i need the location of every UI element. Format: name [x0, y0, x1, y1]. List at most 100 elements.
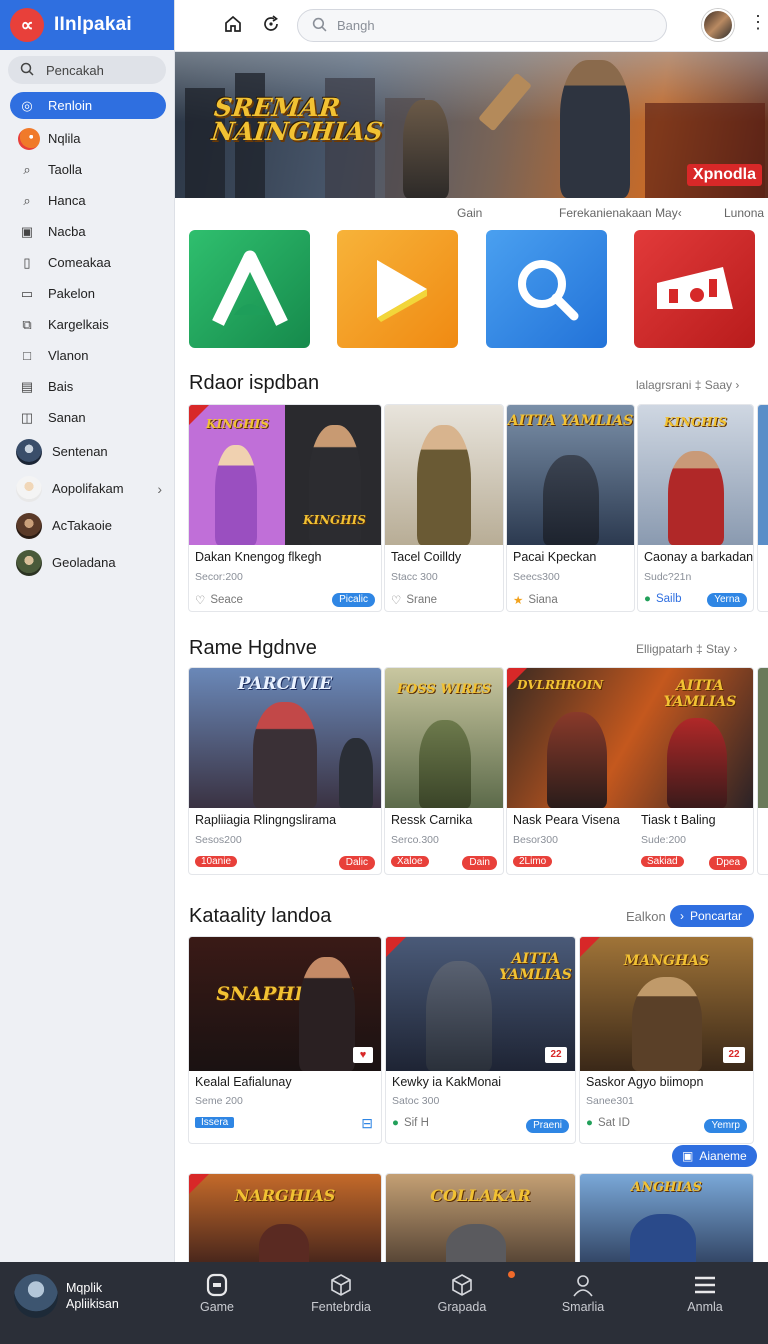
bottom-nav-grapada[interactable]: Grapada	[412, 1272, 512, 1314]
game-card[interactable]: DVLRHROIN AITTA YAMLIAS Nask Peara Visen…	[506, 667, 754, 875]
section-see-all-link[interactable]: Elligpatarh ‡ Stay ›	[636, 642, 737, 656]
game-card[interactable]: COLLAKAR	[385, 1173, 576, 1262]
card-title: Nask Peara Visena	[513, 813, 620, 827]
section-see-all-link[interactable]: lalagrsrani ‡ Saay ›	[636, 378, 739, 392]
game-card[interactable]: PARCIVIE Rapliiagia Rlingngslirama Sesos…	[188, 667, 382, 875]
card-title: Dakan Knengog flkegh	[195, 550, 322, 564]
more-button[interactable]: ▣ Aianeme	[672, 1145, 757, 1167]
user-avatar[interactable]	[702, 9, 734, 41]
game-card[interactable]: MANGHAS 22 Saskor Agyo biimopn Sanee301 …	[579, 936, 754, 1144]
sidebar-item-sentenan[interactable]: Sentenan	[0, 433, 174, 470]
sidebar-item-geoladana[interactable]: Geoladana	[0, 544, 174, 581]
ribbon-badge	[189, 1174, 209, 1194]
section-action-button[interactable]: › Poncartar	[670, 905, 755, 927]
game-card[interactable]: NARGHIAS	[188, 1173, 382, 1262]
notification-dot	[508, 1271, 515, 1278]
game-card[interactable]: AITTA YAMLIAS 22 Kewky ia KakMonai Satoc…	[385, 936, 576, 1144]
sidebar-item-kargelkais[interactable]: ⧉ Kargelkais	[0, 309, 174, 340]
heart-icon[interactable]: ♡	[195, 593, 205, 607]
card-artwork	[758, 668, 768, 808]
grid-icon: ▣	[682, 1149, 694, 1163]
hero-tab[interactable]: Gain	[457, 206, 482, 220]
search-placeholder: Bangh	[337, 18, 375, 33]
sidebar-item-label: Comeakaa	[48, 255, 111, 270]
bottom-nav-fentebrdia[interactable]: Fentebrdia	[291, 1272, 391, 1314]
play-app-icon[interactable]	[337, 230, 458, 348]
refresh-icon[interactable]	[261, 14, 281, 39]
game-card[interactable]: KINGHIS Caonay a barkadan Sudc?21n ● Sail…	[637, 404, 754, 612]
sidebar-item-comeakaa[interactable]: ▯ Comeakaa	[0, 247, 174, 278]
card-meta: Xaloe	[391, 856, 429, 867]
bottom-user-profile[interactable]: Mqplik Apliikisan	[14, 1274, 119, 1318]
home-icon[interactable]	[223, 14, 243, 39]
search-app-icon[interactable]	[486, 230, 607, 348]
card-pill[interactable]: Dalic	[338, 856, 375, 870]
card-pill[interactable]: Yemrp	[704, 1119, 747, 1133]
sidebar-search[interactable]: Pencakah	[8, 56, 166, 84]
check-circle-icon: ●	[586, 1117, 593, 1129]
avatar-icon	[16, 475, 42, 502]
card-art-title: AITTA YAMLIAS	[663, 678, 737, 710]
game-card[interactable]: SNAPHEADS ♥ Kealal Eafialunay Seme 200 I…	[188, 936, 382, 1144]
card-pill[interactable]: Dain	[462, 856, 497, 870]
ribbon-badge	[189, 405, 209, 425]
media-app-icon[interactable]	[634, 230, 755, 348]
card-subtitle: Sesos200	[195, 834, 242, 846]
card-pill[interactable]: Picalic	[332, 593, 375, 607]
sidebar-item-aopolifakam[interactable]: Aopolifakam ›	[0, 470, 174, 507]
sidebar-item-label: Renloin	[48, 98, 93, 113]
hero-tab[interactable]: Lunona	[724, 206, 764, 220]
character-figure	[543, 455, 599, 545]
character-figure	[309, 425, 361, 545]
game-card[interactable]: Tacel Coilldy Stacc 300 ♡ Srane	[384, 404, 504, 612]
heart-badge-icon[interactable]: ♥	[353, 1047, 373, 1063]
sidebar-item-renloin[interactable]: ◎ Renloin	[10, 92, 166, 119]
card-subtitle: Seecs300	[513, 571, 560, 583]
card-artwork: PARCIVIE	[189, 668, 381, 808]
more-vertical-icon[interactable]: ⋮	[749, 12, 767, 33]
game-card[interactable]: KINGHIS KINGHIS Dakan Knengog flkegh Sec…	[188, 404, 382, 612]
section-link[interactable]: Ealkon	[626, 909, 666, 924]
heart-icon[interactable]: ♡	[391, 593, 401, 607]
search-input[interactable]: Bangh	[297, 9, 667, 42]
game-card[interactable]: FOSS WIRES Ressk Carnika Serco.300 Xaloe…	[384, 667, 504, 875]
sidebar-item-vlanon[interactable]: □ Vlanon	[0, 340, 174, 371]
hero-badge: Xpnodla	[686, 164, 762, 186]
game-card-partial[interactable]	[757, 667, 768, 875]
card-subtitle: Satoc 300	[392, 1095, 440, 1107]
brand-logo-icon: ∝	[10, 8, 44, 42]
list-icon[interactable]: ⊟	[361, 1115, 373, 1132]
bottom-nav-game[interactable]: Game	[167, 1272, 267, 1314]
sidebar-item-pakelon[interactable]: ▭ Pakelon	[0, 278, 174, 309]
sidebar-item-bais[interactable]: ▤ Bais	[0, 371, 174, 402]
brand-header[interactable]: ∝ IInlpakai	[0, 0, 174, 50]
character-figure	[668, 451, 724, 545]
card-pill[interactable]: Yerna	[707, 593, 747, 607]
sidebar-item-actakaoie[interactable]: AcTakaoie	[0, 507, 174, 544]
section-title: Kataality landoa	[189, 905, 332, 927]
sidebar-item-sanan[interactable]: ◫ Sanan	[0, 402, 174, 433]
a-app-icon[interactable]	[189, 230, 310, 348]
sidebar-item-nacba[interactable]: ▣ Nacba	[0, 216, 174, 247]
folder-icon: ▭	[20, 285, 34, 301]
sidebar-item-label: Pakelon	[48, 286, 95, 301]
sidebar-item-nqlila[interactable]: Nqlila	[0, 123, 174, 154]
ribbon-badge	[386, 937, 406, 957]
chevron-right-icon[interactable]: ›	[157, 481, 162, 497]
hero-banner[interactable]: SREMAR NAINGHIAS Xpnodla	[175, 52, 768, 198]
game-card[interactable]: AITTA YAMLIAS Pacai Kpeckan Seecs300 ★ Si…	[506, 404, 635, 612]
star-icon[interactable]: ★	[513, 593, 523, 607]
hero-tab[interactable]: Ferekanienakaan May‹	[559, 206, 682, 220]
sidebar-item-hanca[interactable]: ⌕ Hanca	[0, 185, 174, 216]
card-pill[interactable]: Praeni	[526, 1119, 569, 1133]
card-pill[interactable]: Dpea	[709, 856, 747, 870]
bottom-nav-smarlia[interactable]: Smarlia	[533, 1272, 633, 1314]
game-card-partial[interactable]	[757, 404, 768, 612]
sidebar-item-taolla[interactable]: ⌕ Taolla	[0, 154, 174, 185]
chevron-right-icon: ›	[680, 909, 684, 923]
bottom-nav-anmla[interactable]: Anmla	[655, 1272, 755, 1314]
card-artwork	[385, 405, 503, 545]
card-subtitle: Sude:200	[641, 834, 686, 846]
card-artwork: MANGHAS 22	[580, 937, 753, 1071]
game-card[interactable]: ANGHIAS	[579, 1173, 754, 1262]
